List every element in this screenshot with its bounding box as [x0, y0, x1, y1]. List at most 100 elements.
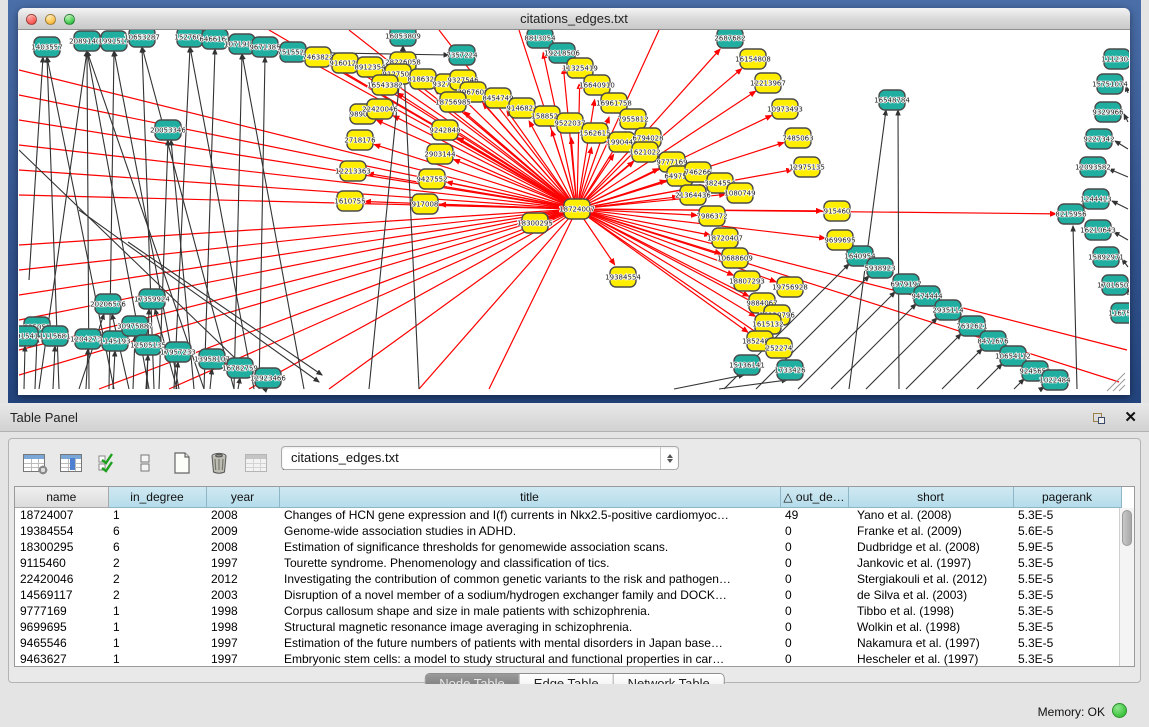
- graph-node-9227342[interactable]: 9227342: [1083, 129, 1114, 149]
- graph-node-30975887[interactable]: 30975887: [117, 316, 153, 336]
- network-window-titlebar[interactable]: citations_edges.txt: [18, 8, 1130, 30]
- graph-node-2687682[interactable]: 2687682: [714, 30, 745, 48]
- graph-node-12093582[interactable]: 12093582: [1075, 157, 1111, 177]
- graph-node-20206576[interactable]: 20206576: [90, 294, 126, 314]
- graph-node-915460[interactable]: 915460: [824, 201, 851, 221]
- graph-node-2718176[interactable]: 2718176: [344, 130, 376, 150]
- graph-node-391541[interactable]: 391541: [19, 326, 38, 346]
- network-window: citations_edges.txt 14035572089140619915…: [18, 8, 1130, 395]
- graph-node-16548784[interactable]: 16548784: [874, 90, 910, 110]
- table-scrollbar[interactable]: [1119, 508, 1134, 666]
- graph-node-9242848[interactable]: 9242848: [429, 120, 460, 140]
- graph-node-917008[interactable]: 917008: [412, 194, 439, 214]
- graph-node-1403557[interactable]: 1403557: [31, 37, 62, 57]
- graph-node-10688609[interactable]: 10688609: [717, 248, 753, 268]
- graph-node-2935114[interactable]: 2935114: [932, 300, 964, 320]
- graph-node-15136141[interactable]: 15136141: [729, 355, 765, 375]
- graph-node-12975135[interactable]: 12975135: [789, 157, 825, 177]
- graph-node-12923466[interactable]: 12923466: [250, 368, 286, 388]
- close-panel-icon[interactable]: ✕: [1124, 408, 1137, 426]
- graph-node-12213363[interactable]: 12213363: [335, 161, 371, 181]
- new-document-icon[interactable]: [169, 450, 195, 476]
- graph-node-16640910[interactable]: 16640910: [579, 75, 615, 95]
- graph-node-1115681[interactable]: 1115681: [39, 326, 70, 346]
- select-column-icon[interactable]: [58, 450, 84, 476]
- column-header-3[interactable]: title: [279, 487, 780, 507]
- graph-node-10653287[interactable]: 10653287: [124, 30, 160, 47]
- graph-node-9699695[interactable]: 9699695: [824, 230, 855, 250]
- graph-node-16210643[interactable]: 16210643: [1080, 220, 1116, 240]
- table-row[interactable]: 2242004622012Investigating the contribut…: [15, 571, 1121, 587]
- table-row[interactable]: 977716911998Corpus callosum shape and si…: [15, 603, 1121, 619]
- graph-node-18807293[interactable]: 18807293: [729, 271, 765, 291]
- graph-node-10973493[interactable]: 10973493: [767, 99, 803, 119]
- table-row[interactable]: 911546021997Tourette syndrome. Phenomeno…: [15, 555, 1121, 571]
- graph-node-8215956[interactable]: 8215956: [1055, 204, 1087, 224]
- delete-rows-trash-icon[interactable]: [206, 450, 232, 476]
- graph-node-252274[interactable]: 252274: [766, 338, 793, 358]
- graph-node-7986372[interactable]: 7986372: [696, 206, 727, 226]
- graph-node-1167531[interactable]: 1167531: [1108, 303, 1129, 323]
- float-panel-icon[interactable]: [1093, 410, 1109, 426]
- graph-node-18300295[interactable]: 18300295: [517, 213, 553, 233]
- graph-node-1610755[interactable]: 1610755: [334, 191, 365, 211]
- graph-node-9671385[interactable]: 9671385: [249, 37, 280, 57]
- graph-node-18756985[interactable]: 18756985: [435, 92, 471, 112]
- column-header-1[interactable]: in_degree: [108, 487, 206, 507]
- network-canvas[interactable]: 1403557208914061991517106532871527602646…: [19, 30, 1129, 393]
- graph-node-15751074[interactable]: 15751074: [1092, 74, 1128, 94]
- table-settings-icon[interactable]: [21, 450, 47, 476]
- graph-node-17016504[interactable]: 17016504: [1097, 275, 1129, 295]
- graph-node-1022484[interactable]: 1022484: [1039, 370, 1071, 390]
- table-scrollbar-thumb[interactable]: [1122, 510, 1132, 546]
- graph-node-12213967[interactable]: 12213967: [750, 73, 786, 93]
- rows-stack-icon[interactable]: [132, 450, 158, 476]
- graph-node-16053809[interactable]: 16053809: [385, 30, 421, 46]
- graph-node-1244413[interactable]: 1244413: [1080, 189, 1111, 209]
- column-header-6[interactable]: pagerank: [1013, 487, 1121, 507]
- graph-node-16543382[interactable]: 16543382: [367, 75, 403, 95]
- graph-node-15892971[interactable]: 15892971: [1088, 247, 1124, 267]
- graph-node-9329966[interactable]: 9329966: [1092, 102, 1124, 122]
- graph-node-19756928[interactable]: 19756928: [772, 277, 808, 297]
- resize-grip-icon[interactable]: [1119, 385, 1125, 391]
- graph-node-7485063[interactable]: 7485063: [782, 128, 813, 148]
- graph-node-19384554[interactable]: 19384554: [605, 267, 641, 287]
- graph-node-7357224[interactable]: 7357224: [446, 45, 478, 65]
- apply-check-icon[interactable]: [95, 450, 121, 476]
- table-row[interactable]: 1938455462009Genome-wide association stu…: [15, 523, 1121, 539]
- column-header-4[interactable]: △ out_de…: [780, 487, 848, 507]
- dropdown-spinner-icon[interactable]: [660, 447, 678, 469]
- table-row[interactable]: 1872400712008Changes of HCN gene express…: [15, 507, 1121, 523]
- graph-node-21364436[interactable]: 21364436: [675, 185, 711, 205]
- graph-edge: [53, 346, 55, 389]
- graph-node-22420046[interactable]: 22420046: [362, 99, 398, 119]
- graph-node-16154808[interactable]: 16154808: [735, 49, 771, 69]
- table-row[interactable]: 946554611997Estimation of the future num…: [15, 635, 1121, 651]
- graph-node-18724007[interactable]: 18724007: [559, 199, 595, 219]
- graph-node-1080749[interactable]: 1080749: [724, 183, 755, 203]
- column-header-5[interactable]: short: [848, 487, 1013, 507]
- graph-node-2903144[interactable]: 2903144: [424, 144, 456, 164]
- graph-node-20053346[interactable]: 20053346: [150, 120, 186, 140]
- svg-text:18724007: 18724007: [559, 206, 595, 214]
- memory-status-label: Memory: OK: [1038, 705, 1105, 719]
- table-select-dropdown[interactable]: citations_edges.txt: [281, 446, 679, 470]
- column-header-name[interactable]: name: [15, 487, 108, 507]
- table-row[interactable]: 1456911722003Disruption of a novel membe…: [15, 587, 1121, 603]
- table-row[interactable]: 946362711997Embryonic stem cells: a mode…: [15, 651, 1121, 667]
- graph-node-8912354[interactable]: 8912354: [354, 57, 386, 77]
- graph-node-18720407[interactable]: 18720407: [707, 228, 743, 248]
- table-row[interactable]: 1830029562008Estimation of significance …: [15, 539, 1121, 555]
- column-header-2[interactable]: year: [206, 487, 279, 507]
- svg-text:9329966: 9329966: [1092, 109, 1124, 117]
- graph-node-1733426[interactable]: 1733426: [774, 360, 806, 380]
- graph-node-17359924[interactable]: 17359924: [134, 289, 170, 309]
- graph-node-17957233[interactable]: 17957233: [160, 342, 196, 362]
- graph-node-9427552[interactable]: 9427552: [416, 169, 447, 189]
- graph-node-1112304[interactable]: 1112304: [1101, 49, 1129, 69]
- graph-node-7955812[interactable]: 7955812: [617, 109, 648, 129]
- table-row[interactable]: 969969511998Structural magnetic resonanc…: [15, 619, 1121, 635]
- graph-node-5938923[interactable]: 5938923: [864, 258, 895, 278]
- memory-status-icon[interactable]: [1112, 703, 1127, 718]
